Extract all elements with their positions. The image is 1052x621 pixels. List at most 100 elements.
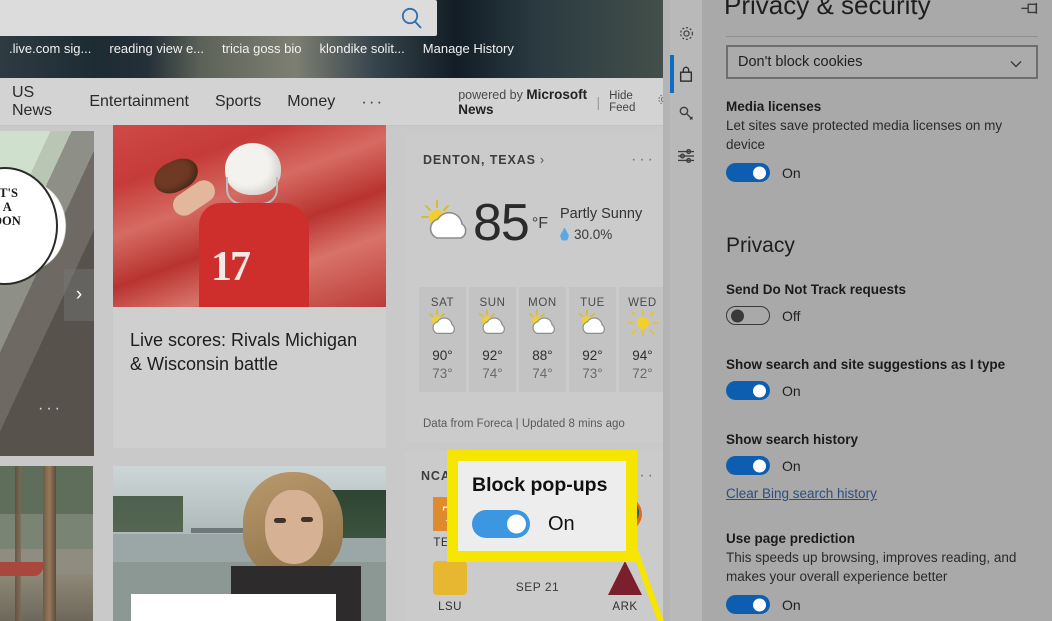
page-prediction-section: Use page prediction This speeds up brows…: [726, 531, 1038, 615]
toggle-knob: [753, 166, 766, 180]
manage-history-link[interactable]: Manage History: [414, 41, 523, 56]
tree-trunk-secondary: [15, 466, 21, 621]
callout-inner-panel: Block pop-ups On: [458, 461, 626, 551]
forecast-low: 73°: [432, 366, 453, 381]
block-popups-toggle[interactable]: [472, 510, 530, 538]
comic-next-button[interactable]: ›: [64, 269, 94, 321]
partly-sunny-icon: [469, 309, 516, 342]
history-chip[interactable]: reading view e...: [100, 41, 213, 56]
nav-link-us-news[interactable]: US News: [12, 84, 63, 120]
media-licenses-toggle[interactable]: [726, 163, 770, 183]
weather-unit: °F: [531, 215, 549, 232]
media-licenses-section: Media licenses Let sites save protected …: [726, 99, 1038, 183]
weather-temperature: 85: [473, 194, 530, 252]
sliders-icon[interactable]: [670, 137, 702, 175]
forecast-day[interactable]: SUN 92° 74°: [469, 287, 516, 392]
do-not-track-toggle-row: Off: [726, 306, 1038, 325]
away-team: LSU: [421, 561, 479, 613]
do-not-track-toggle[interactable]: [726, 306, 770, 325]
history-chip[interactable]: klondike solit...: [311, 41, 414, 56]
search-suggestions-toggle[interactable]: [726, 381, 770, 400]
toggle-knob: [753, 598, 766, 612]
privacy-heading: Privacy: [726, 234, 795, 257]
article-title: Live scores: Rivals Michigan & Wisconsin…: [130, 330, 358, 374]
weather-precipitation: 30.0%: [574, 226, 613, 242]
do-not-track-section: Send Do Not Track requests Off: [726, 282, 1038, 325]
away-team-abbr: LSU: [438, 601, 462, 613]
callout-toggle-row: On: [472, 510, 626, 538]
game-status: SEP 21: [515, 580, 560, 594]
comic-card[interactable]: F IT'S BI, A RDON › ···: [0, 131, 94, 456]
weather-forecast-row: SAT 90° 73° SUN 92° 74° MON 88° 74° TUE …: [419, 287, 666, 392]
clear-bing-search-history-link[interactable]: Clear Bing search history: [726, 486, 877, 501]
cookies-dropdown[interactable]: Don't block cookies: [726, 45, 1038, 79]
toggle-knob: [507, 514, 526, 534]
article-card-live-scores[interactable]: 17 Live scores: Rivals Michigan & Wiscon…: [113, 125, 386, 448]
search-history-toggle[interactable]: [726, 456, 770, 475]
page-prediction-description: This speeds up browsing, improves readin…: [726, 550, 1017, 585]
home-team-abbr: ARK: [612, 601, 638, 613]
key-icon[interactable]: [670, 94, 702, 132]
football-facemask: [226, 177, 278, 205]
page-title: Privacy & security: [724, 0, 931, 20]
search-suggestions-heading: Show search and site suggestions as I ty…: [726, 357, 1006, 372]
partly-sunny-icon: [569, 309, 616, 342]
forecast-day-name: WED: [628, 297, 657, 309]
partly-sunny-icon: [419, 309, 466, 342]
forecast-day-name: TUE: [580, 297, 605, 309]
weather-location[interactable]: DENTON, TEXAS ›: [423, 153, 545, 167]
nav-overflow-button[interactable]: ···: [361, 92, 384, 112]
powered-by-label: powered by Microsoft News: [458, 87, 587, 117]
treeline-left: [113, 496, 183, 532]
forecast-day[interactable]: WED 94° 72°: [619, 287, 666, 392]
forecast-high: 94°: [632, 348, 653, 363]
comic-text: F IT'S BI, A RDON: [0, 186, 21, 228]
search-input[interactable]: [0, 0, 437, 36]
comic-options-button[interactable]: ···: [38, 400, 63, 418]
privacy-security-pane: Privacy & security Don't block cookies M…: [702, 0, 1052, 621]
block-popups-callout: Block pop-ups On: [447, 450, 637, 562]
new-tab-top-strip: .live.com sig... reading view e... trici…: [0, 0, 670, 78]
chevron-down-icon: [1008, 56, 1024, 76]
pin-icon[interactable]: [1020, 2, 1040, 27]
hide-feed-button[interactable]: Hide Feed: [609, 90, 650, 114]
nav-link-entertainment[interactable]: Entertainment: [89, 93, 189, 111]
flood-photo-card[interactable]: [0, 466, 93, 621]
forecast-high: 90°: [432, 348, 453, 363]
game-row[interactable]: LSU SEP 21 ARK: [421, 561, 654, 613]
settings-icon-rail: [670, 0, 702, 621]
history-chip[interactable]: tricia goss bio: [213, 41, 310, 56]
search-suggestions-toggle-label: On: [782, 382, 801, 399]
settings-gear-icon[interactable]: [670, 14, 702, 52]
forecast-low: 74°: [532, 366, 553, 381]
search-history-heading: Show search history: [726, 432, 859, 447]
weather-options-button[interactable]: ···: [631, 151, 656, 169]
media-licenses-description: Let sites save protected media licenses …: [726, 118, 1003, 153]
nav-link-money[interactable]: Money: [287, 93, 335, 111]
media-licenses-toggle-label: On: [782, 164, 801, 181]
powered-by-prefix: powered by: [458, 87, 523, 102]
forecast-day[interactable]: SAT 90° 73°: [419, 287, 466, 392]
page-prediction-toggle[interactable]: [726, 595, 770, 615]
forecast-low: 74°: [482, 366, 503, 381]
search-history-toggle-row: On: [726, 456, 1038, 475]
boat-shape: [0, 562, 43, 576]
water-drop-icon: [560, 227, 570, 241]
partly-sunny-icon: [519, 309, 566, 342]
toggle-knob: [753, 459, 766, 472]
woman-photo-card[interactable]: [113, 466, 386, 621]
nav-link-sports[interactable]: Sports: [215, 93, 261, 111]
history-chip[interactable]: .live.com sig...: [0, 41, 100, 56]
forecast-high: 92°: [582, 348, 603, 363]
eye-left: [274, 518, 286, 523]
privacy-heading-block: Privacy: [726, 234, 1038, 258]
search-suggestions-toggle-row: On: [726, 381, 1038, 400]
weather-attribution: Data from Foreca | Updated 8 mins ago: [423, 418, 625, 430]
forecast-day[interactable]: TUE 92° 73°: [569, 287, 616, 392]
lock-icon[interactable]: [670, 55, 702, 93]
forecast-day[interactable]: MON 88° 74°: [519, 287, 566, 392]
page-prediction-heading: Use page prediction: [726, 531, 856, 546]
search-icon[interactable]: [399, 6, 425, 37]
screenshot-root: .live.com sig... reading view e... trici…: [0, 0, 1052, 621]
weather-location-label: DENTON, TEXAS: [423, 153, 536, 167]
